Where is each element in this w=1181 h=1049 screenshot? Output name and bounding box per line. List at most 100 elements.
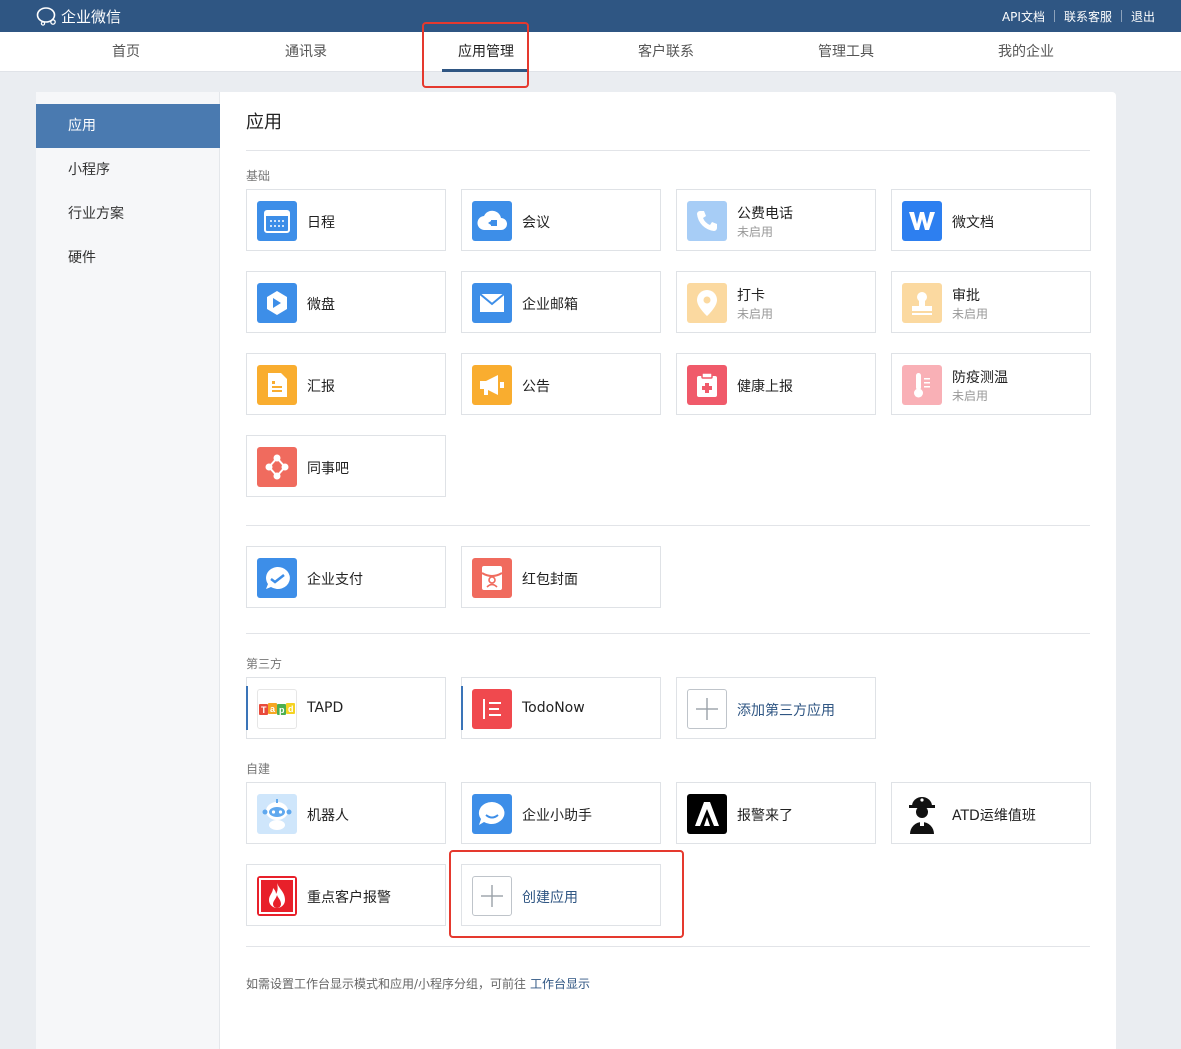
sidebar-item-hardware[interactable]: 硬件 (36, 236, 220, 280)
app-card-red-envelope[interactable]: 红包封面 (461, 546, 661, 608)
app-card-weidisk[interactable]: 微盘 (246, 271, 446, 333)
logo[interactable]: 企业微信 (36, 6, 121, 26)
app-name: 日程 (307, 215, 335, 231)
top-links: API文档 联系客服 退出 (1002, 0, 1155, 32)
stamp-icon (902, 283, 942, 323)
robot-icon (257, 794, 297, 834)
sidebar-item-industry-solutions[interactable]: 行业方案 (36, 192, 220, 236)
nav-customer-contact[interactable]: 客户联系 (606, 32, 726, 72)
nav-contacts[interactable]: 通讯录 (246, 32, 366, 72)
app-card-alarm-coming[interactable]: 报警来了 (676, 782, 876, 844)
app-name: 企业邮箱 (522, 297, 578, 313)
app-name: TAPD (307, 700, 344, 716)
mail-icon (472, 283, 512, 323)
contact-support-link[interactable]: 联系客服 (1064, 8, 1112, 25)
app-card-report[interactable]: 汇报 (246, 353, 446, 415)
plus-icon (472, 876, 512, 916)
workbench-display-link[interactable]: 工作台显示 (530, 977, 590, 991)
todonow-icon (472, 689, 512, 729)
chat-bubble-icon (472, 794, 512, 834)
app-name: 审批 (952, 288, 980, 304)
divider (246, 633, 1090, 634)
divider (1120, 10, 1122, 22)
svg-text:p: p (279, 705, 285, 715)
card-accent-bar (461, 686, 463, 730)
app-name: 红包封面 (522, 572, 578, 588)
worker-helmet-icon (902, 794, 942, 834)
app-card-wedoc[interactable]: 微文档 (891, 189, 1091, 251)
app-status: 未启用 (952, 389, 989, 403)
app-card-approval[interactable]: 审批 未启用 (891, 271, 1091, 333)
app-name: 汇报 (307, 379, 335, 395)
nav-my-company[interactable]: 我的企业 (966, 32, 1086, 72)
thermometer-icon (902, 365, 942, 405)
app-status: 未启用 (952, 307, 989, 321)
nav-active-indicator (442, 69, 528, 72)
api-docs-link[interactable]: API文档 (1002, 8, 1045, 25)
wedoc-w-icon (902, 201, 942, 241)
sidebar-item-mini-programs[interactable]: 小程序 (36, 148, 220, 192)
medical-clipboard-icon (687, 365, 727, 405)
nav-app-management[interactable]: 应用管理 (426, 32, 546, 72)
app-name: 防疫测温 (952, 370, 1008, 386)
app-name: 公告 (522, 379, 550, 395)
megaphone-icon (472, 365, 512, 405)
divider (246, 946, 1090, 947)
create-app-button[interactable]: 创建应用 (461, 864, 661, 926)
app-name: 微盘 (307, 297, 335, 313)
app-card-enterprise-pay[interactable]: 企业支付 (246, 546, 446, 608)
app-card-health-report[interactable]: 健康上报 (676, 353, 876, 415)
app-card-announcement[interactable]: 公告 (461, 353, 661, 415)
app-card-tapd[interactable]: Tapd TAPD (246, 677, 446, 739)
fire-alarm-icon (257, 876, 297, 916)
weidisk-icon (257, 283, 297, 323)
logo-text: 企业微信 (61, 7, 122, 26)
sidebar-item-apps[interactable]: 应用 (36, 104, 220, 148)
section-label-custom: 自建 (246, 762, 271, 776)
add-third-party-app-button[interactable]: 添加第三方应用 (676, 677, 876, 739)
calendar-icon (257, 201, 297, 241)
app-card-mail[interactable]: 企业邮箱 (461, 271, 661, 333)
app-card-schedule[interactable]: 日程 (246, 189, 446, 251)
app-name: 企业支付 (307, 572, 363, 588)
divider (246, 150, 1090, 151)
app-card-meeting[interactable]: 会议 (461, 189, 661, 251)
phone-icon (687, 201, 727, 241)
app-name: 打卡 (737, 288, 765, 304)
app-name: 微文档 (952, 215, 994, 231)
meeting-cloud-icon (472, 201, 512, 241)
app-card-colleague-bar[interactable]: 同事吧 (246, 435, 446, 497)
app-card-robot[interactable]: 机器人 (246, 782, 446, 844)
pay-chat-icon (257, 558, 297, 598)
sidebar: 应用 小程序 行业方案 硬件 (36, 92, 220, 1049)
app-card-key-customer-alarm[interactable]: 重点客户报警 (246, 864, 446, 926)
app-card-todonow[interactable]: TodoNow (461, 677, 661, 739)
network-icon (257, 447, 297, 487)
top-bar: 企业微信 API文档 联系客服 退出 (0, 0, 1181, 32)
app-card-temperature[interactable]: 防疫测温 未启用 (891, 353, 1091, 415)
nav-management-tools[interactable]: 管理工具 (786, 32, 906, 72)
app-name: 公费电话 (737, 206, 793, 222)
app-card-public-phone[interactable]: 公费电话 未启用 (676, 189, 876, 251)
tapd-logo-icon: Tapd (257, 689, 297, 729)
app-name: 报警来了 (737, 808, 793, 824)
app-name: 企业小助手 (522, 808, 592, 824)
divider (1053, 10, 1055, 22)
wecom-logo-icon (36, 7, 56, 26)
location-pin-icon (687, 283, 727, 323)
app-card-checkin[interactable]: 打卡 未启用 (676, 271, 876, 333)
footer-note-text: 如需设置工作台显示模式和应用/小程序分组，可前往 (246, 977, 527, 991)
nav-home[interactable]: 首页 (66, 32, 186, 72)
app-card-atd-duty[interactable]: ATD运维值班 (891, 782, 1091, 844)
report-doc-icon (257, 365, 297, 405)
app-name: TodoNow (522, 700, 585, 716)
app-card-enterprise-assistant[interactable]: 企业小助手 (461, 782, 661, 844)
app-name: 会议 (522, 215, 550, 231)
svg-text:T: T (261, 705, 267, 715)
logout-link[interactable]: 退出 (1131, 8, 1155, 25)
add-third-party-label: 添加第三方应用 (737, 703, 835, 719)
card-accent-bar (246, 686, 248, 730)
section-label-third-party: 第三方 (246, 657, 283, 671)
page-title: 应用 (246, 112, 282, 133)
main-nav: 首页 通讯录 应用管理 客户联系 管理工具 我的企业 (0, 32, 1181, 72)
